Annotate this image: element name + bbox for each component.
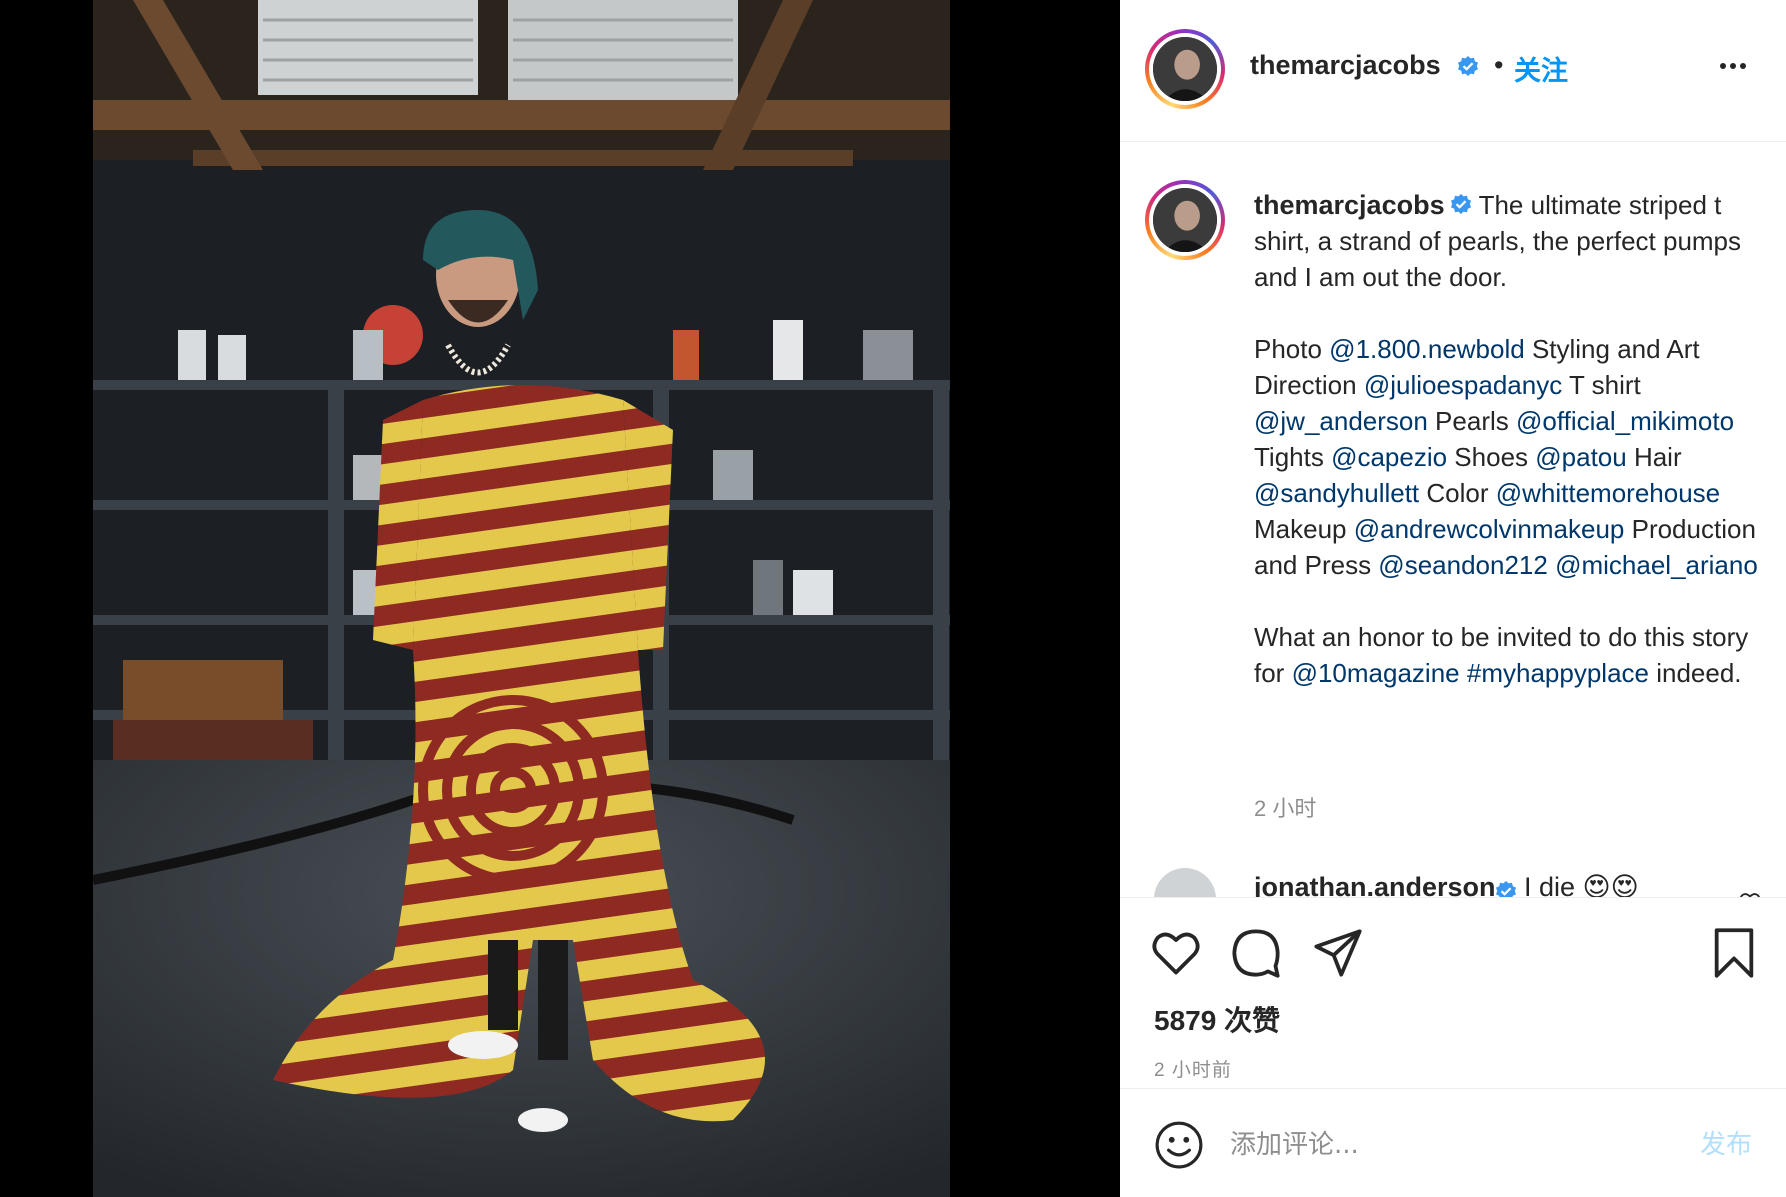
separator-dot: • [1494,50,1504,80]
credits-text: Color [1419,478,1496,508]
credits-text: Makeup [1254,514,1354,544]
credits-text: Tights [1254,442,1332,472]
post-actions: 5879 次赞 2 小时前 [1120,899,1786,1089]
credits-mention-link[interactable]: @seandon212 [1378,550,1548,580]
commenter-username[interactable]: jonathan.anderson [1254,872,1496,897]
outro-mention-link[interactable]: #myhappyplace [1467,658,1649,688]
verified-badge-icon [1450,194,1471,214]
commenter-avatar[interactable] [1154,868,1216,897]
caption-text: themarcjacobs The ultimate striped t shi… [1254,187,1774,727]
credits-mention-link[interactable]: @julioespadanyc [1364,370,1562,400]
comments-section: themarcjacobs The ultimate striped t shi… [1120,143,1786,898]
post-photo-illustration [93,0,950,1197]
post-details-panel: themarcjacobs • 关注 themarcjacobs The ult… [1120,0,1786,1197]
verified-badge-icon [1458,56,1478,76]
like-count[interactable]: 5879 次赞 [1154,999,1280,1039]
caption-timestamp: 2 小时 [1254,796,1317,821]
share-icon[interactable] [1312,927,1364,979]
credits-mention-link[interactable]: @official_mikimoto [1516,406,1734,436]
credits-mention-link[interactable]: @1.800.newbold [1329,334,1525,364]
verified-badge-icon [1496,881,1516,897]
author-username[interactable]: themarcjacobs [1250,50,1441,81]
post-header: themarcjacobs • 关注 [1120,0,1786,142]
credits-text: Hair [1626,442,1682,472]
comment-text: I die 😍😍 [1524,872,1639,898]
author-avatar[interactable] [1145,29,1225,109]
comment-input[interactable] [1230,1120,1650,1170]
bookmark-icon[interactable] [1710,927,1758,979]
media-area [0,0,1120,1197]
avatar-image [1153,37,1217,101]
emoji-icon[interactable] [1154,1120,1204,1170]
more-options-icon[interactable] [1720,56,1754,76]
caption-credits: Photo @1.800.newbold Styling and Art Dir… [1254,331,1774,583]
caption-author-avatar[interactable] [1145,180,1225,260]
add-comment-bar: 发布 [1120,1090,1786,1197]
caption-username[interactable]: themarcjacobs [1254,190,1445,220]
credits-mention-link[interactable]: @andrewcolvinmakeup [1354,514,1625,544]
credits-mention-link[interactable]: @patou [1535,442,1626,472]
caption-outro: What an honor to be invited to do this s… [1254,619,1774,691]
avatar-image [1153,188,1217,252]
credits-mention-link[interactable]: @jw_anderson [1254,406,1428,436]
credits-mention-link[interactable]: @whittemorehouse [1496,478,1720,508]
outro-text [1460,658,1467,688]
follow-button[interactable]: 关注 [1514,49,1568,88]
credits-text [1548,550,1555,580]
post-timestamp: 2 小时前 [1154,1060,1232,1081]
credits-text: T shirt [1562,370,1641,400]
credits-mention-link[interactable]: @capezio [1331,442,1447,472]
post-photo[interactable] [93,0,950,1197]
credits-text: Shoes [1447,442,1536,472]
credits-mention-link[interactable]: @sandyhullett [1254,478,1419,508]
comment-like-heart-icon[interactable] [1739,892,1761,898]
outro-text: indeed. [1649,658,1742,688]
heart-icon[interactable] [1150,927,1202,979]
post-comment-button[interactable]: 发布 [1700,1124,1752,1161]
credits-text: Photo [1254,334,1330,364]
comment-icon[interactable] [1230,927,1282,979]
credits-mention-link[interactable]: @michael_ariano [1555,550,1758,580]
comment-item: jonathan.anderson I die 😍😍 [1154,868,1774,898]
outro-mention-link[interactable]: @10magazine [1292,658,1460,688]
credits-text: Pearls [1427,406,1516,436]
